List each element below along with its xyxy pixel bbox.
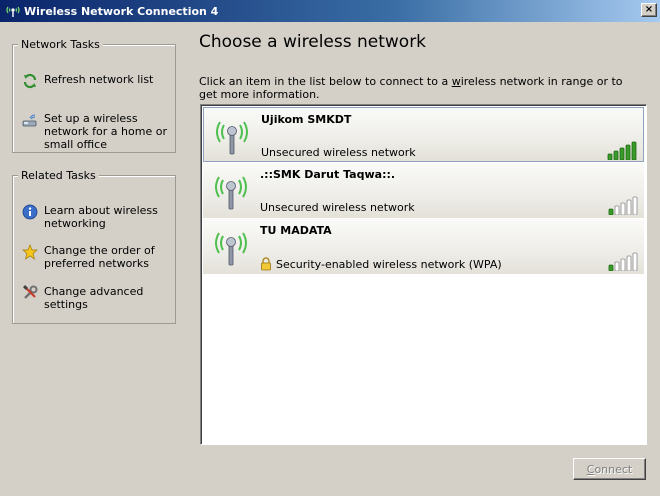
network-security-label: Security-enabled wireless network (WPA) <box>276 257 502 271</box>
learn-about-wireless-label: Learn about wireless networking <box>44 204 158 230</box>
signal-bar-inactive <box>620 202 626 215</box>
sidebar: Network Tasks Refresh network list Set u… <box>0 22 190 496</box>
setup-wireless-network-link[interactable]: Set up a wireless network for a home or … <box>21 112 173 151</box>
refresh-icon <box>21 72 39 90</box>
signal-strength-icon <box>608 196 638 215</box>
wireless-network-list[interactable]: Ujikom SMKDT Unsecured wireless network … <box>200 104 647 445</box>
signal-bar-active <box>625 144 631 160</box>
signal-bar-active <box>607 153 613 160</box>
network-name: .::SMK Darut Taqwa::. <box>260 168 396 181</box>
signal-bar-active <box>608 264 614 271</box>
signal-bar-inactive <box>614 205 620 215</box>
network-item-tu-madata[interactable]: TU MADATA Security-enabled wireless netw… <box>203 219 644 274</box>
signal-strength-icon <box>608 252 638 271</box>
wireless-setup-icon <box>21 111 39 129</box>
change-network-order-link[interactable]: Change the order of preferred networks <box>21 244 173 270</box>
connect-button[interactable]: Connect <box>573 458 646 480</box>
network-security: Unsecured wireless network <box>261 146 416 159</box>
related-tasks-panel: Related Tasks Learn about wireless netwo… <box>12 169 176 324</box>
network-security-label: Unsecured wireless network <box>260 201 415 214</box>
signal-bar-inactive <box>626 255 632 271</box>
network-tasks-panel: Network Tasks Refresh network list Set u… <box>12 38 176 153</box>
wireless-antenna-icon <box>216 121 248 155</box>
network-item-smk-darut-taqwa[interactable]: .::SMK Darut Taqwa::. Unsecured wireless… <box>203 163 644 218</box>
learn-about-wireless-link[interactable]: Learn about wireless networking <box>21 204 173 230</box>
change-network-order-label: Change the order of preferred networks <box>44 244 155 270</box>
wireless-connection-icon <box>3 2 23 20</box>
signal-bar-active <box>608 208 614 215</box>
related-tasks-heading: Related Tasks <box>18 169 99 182</box>
signal-bar-active <box>631 141 637 160</box>
refresh-network-list-label: Refresh network list <box>44 73 154 86</box>
instructions-mnemonic: w <box>451 75 461 88</box>
signal-bar-inactive <box>614 261 620 271</box>
network-tasks-heading: Network Tasks <box>18 38 103 51</box>
change-advanced-settings-link[interactable]: Change advanced settings <box>21 285 173 311</box>
connect-mnemonic: C <box>586 462 595 476</box>
main-content: Choose a wireless network Click an item … <box>190 22 660 496</box>
change-advanced-settings-label: Change advanced settings <box>44 285 144 311</box>
signal-bar-inactive <box>626 199 632 215</box>
signal-bar-inactive <box>620 258 626 271</box>
instructions-text: Click an item in the list below to conne… <box>199 75 639 101</box>
signal-bar-inactive <box>632 252 638 271</box>
network-name: TU MADATA <box>260 224 332 237</box>
signal-strength-icon <box>607 141 637 160</box>
network-security-label: Unsecured wireless network <box>261 146 416 159</box>
close-button[interactable]: × <box>641 3 657 17</box>
window-title: Wireless Network Connection 4 <box>24 4 219 18</box>
info-icon <box>21 203 39 221</box>
instructions-text-start: Click an item in the list below to conne… <box>199 75 452 88</box>
title-bar: Wireless Network Connection 4 × <box>0 0 660 22</box>
page-title: Choose a wireless network <box>199 32 427 52</box>
network-security: Security-enabled wireless network (WPA) <box>260 257 502 271</box>
refresh-network-list-link[interactable]: Refresh network list <box>21 73 173 90</box>
wireless-antenna-icon <box>215 176 247 210</box>
network-item-ujikom-smkdt[interactable]: Ujikom SMKDT Unsecured wireless network <box>203 107 644 162</box>
network-security: Unsecured wireless network <box>260 201 415 214</box>
signal-bar-active <box>619 147 625 160</box>
signal-bar-active <box>613 150 619 160</box>
tools-icon <box>21 284 39 302</box>
network-name: Ujikom SMKDT <box>261 113 352 126</box>
lock-icon <box>261 257 271 271</box>
signal-bar-inactive <box>632 196 638 215</box>
star-icon <box>21 243 39 261</box>
wireless-antenna-icon <box>215 232 247 266</box>
connect-button-label: onnect <box>594 462 633 476</box>
close-icon: × <box>644 4 654 15</box>
setup-wireless-network-label: Set up a wireless network for a home or … <box>44 112 167 151</box>
